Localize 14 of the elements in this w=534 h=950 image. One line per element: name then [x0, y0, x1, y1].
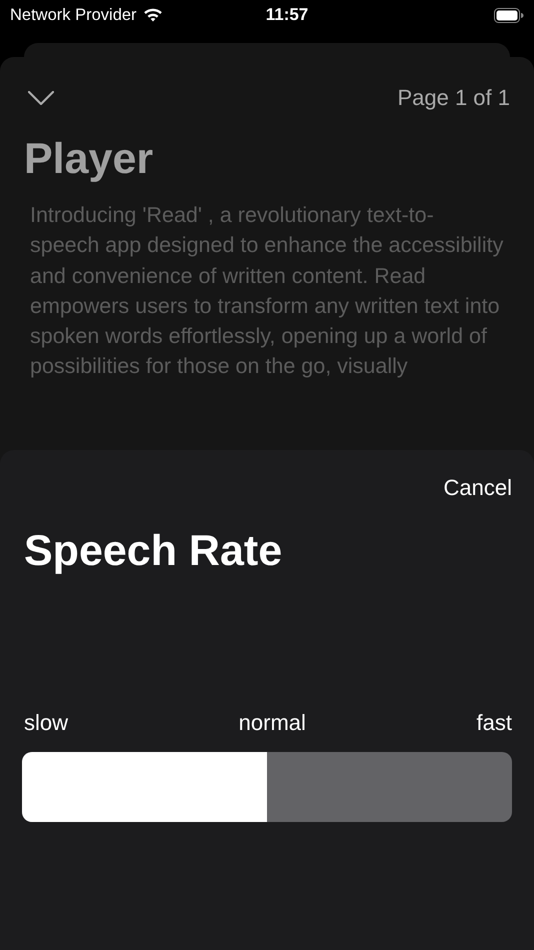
scale-label: fast — [476, 710, 512, 736]
body-text: Introducing 'Read' , a revolutionary text-to- speech app designed to enhance the accessibility and convenience of written content. Read empowers users to transform any written text into spoken words effortlessly, opening up a world of possibilities for those on the go, visually — [30, 202, 504, 380]
page-indicator: Page 1 of 1 — [397, 85, 510, 111]
player-title: Player — [24, 135, 154, 184]
scale-label: normal — [238, 710, 306, 736]
battery-icon — [494, 8, 524, 22]
speech-rate-slider[interactable] — [22, 752, 512, 822]
chevron-down-icon[interactable] — [28, 91, 54, 105]
wifi-icon — [142, 8, 163, 22]
cancel-button[interactable]: Cancel — [444, 475, 512, 501]
sheet-title: Speech Rate — [24, 527, 282, 576]
scale-label: slow — [24, 710, 68, 736]
carrier-name: Network Provider — [10, 6, 137, 24]
status-time: 11:57 — [266, 5, 308, 25]
